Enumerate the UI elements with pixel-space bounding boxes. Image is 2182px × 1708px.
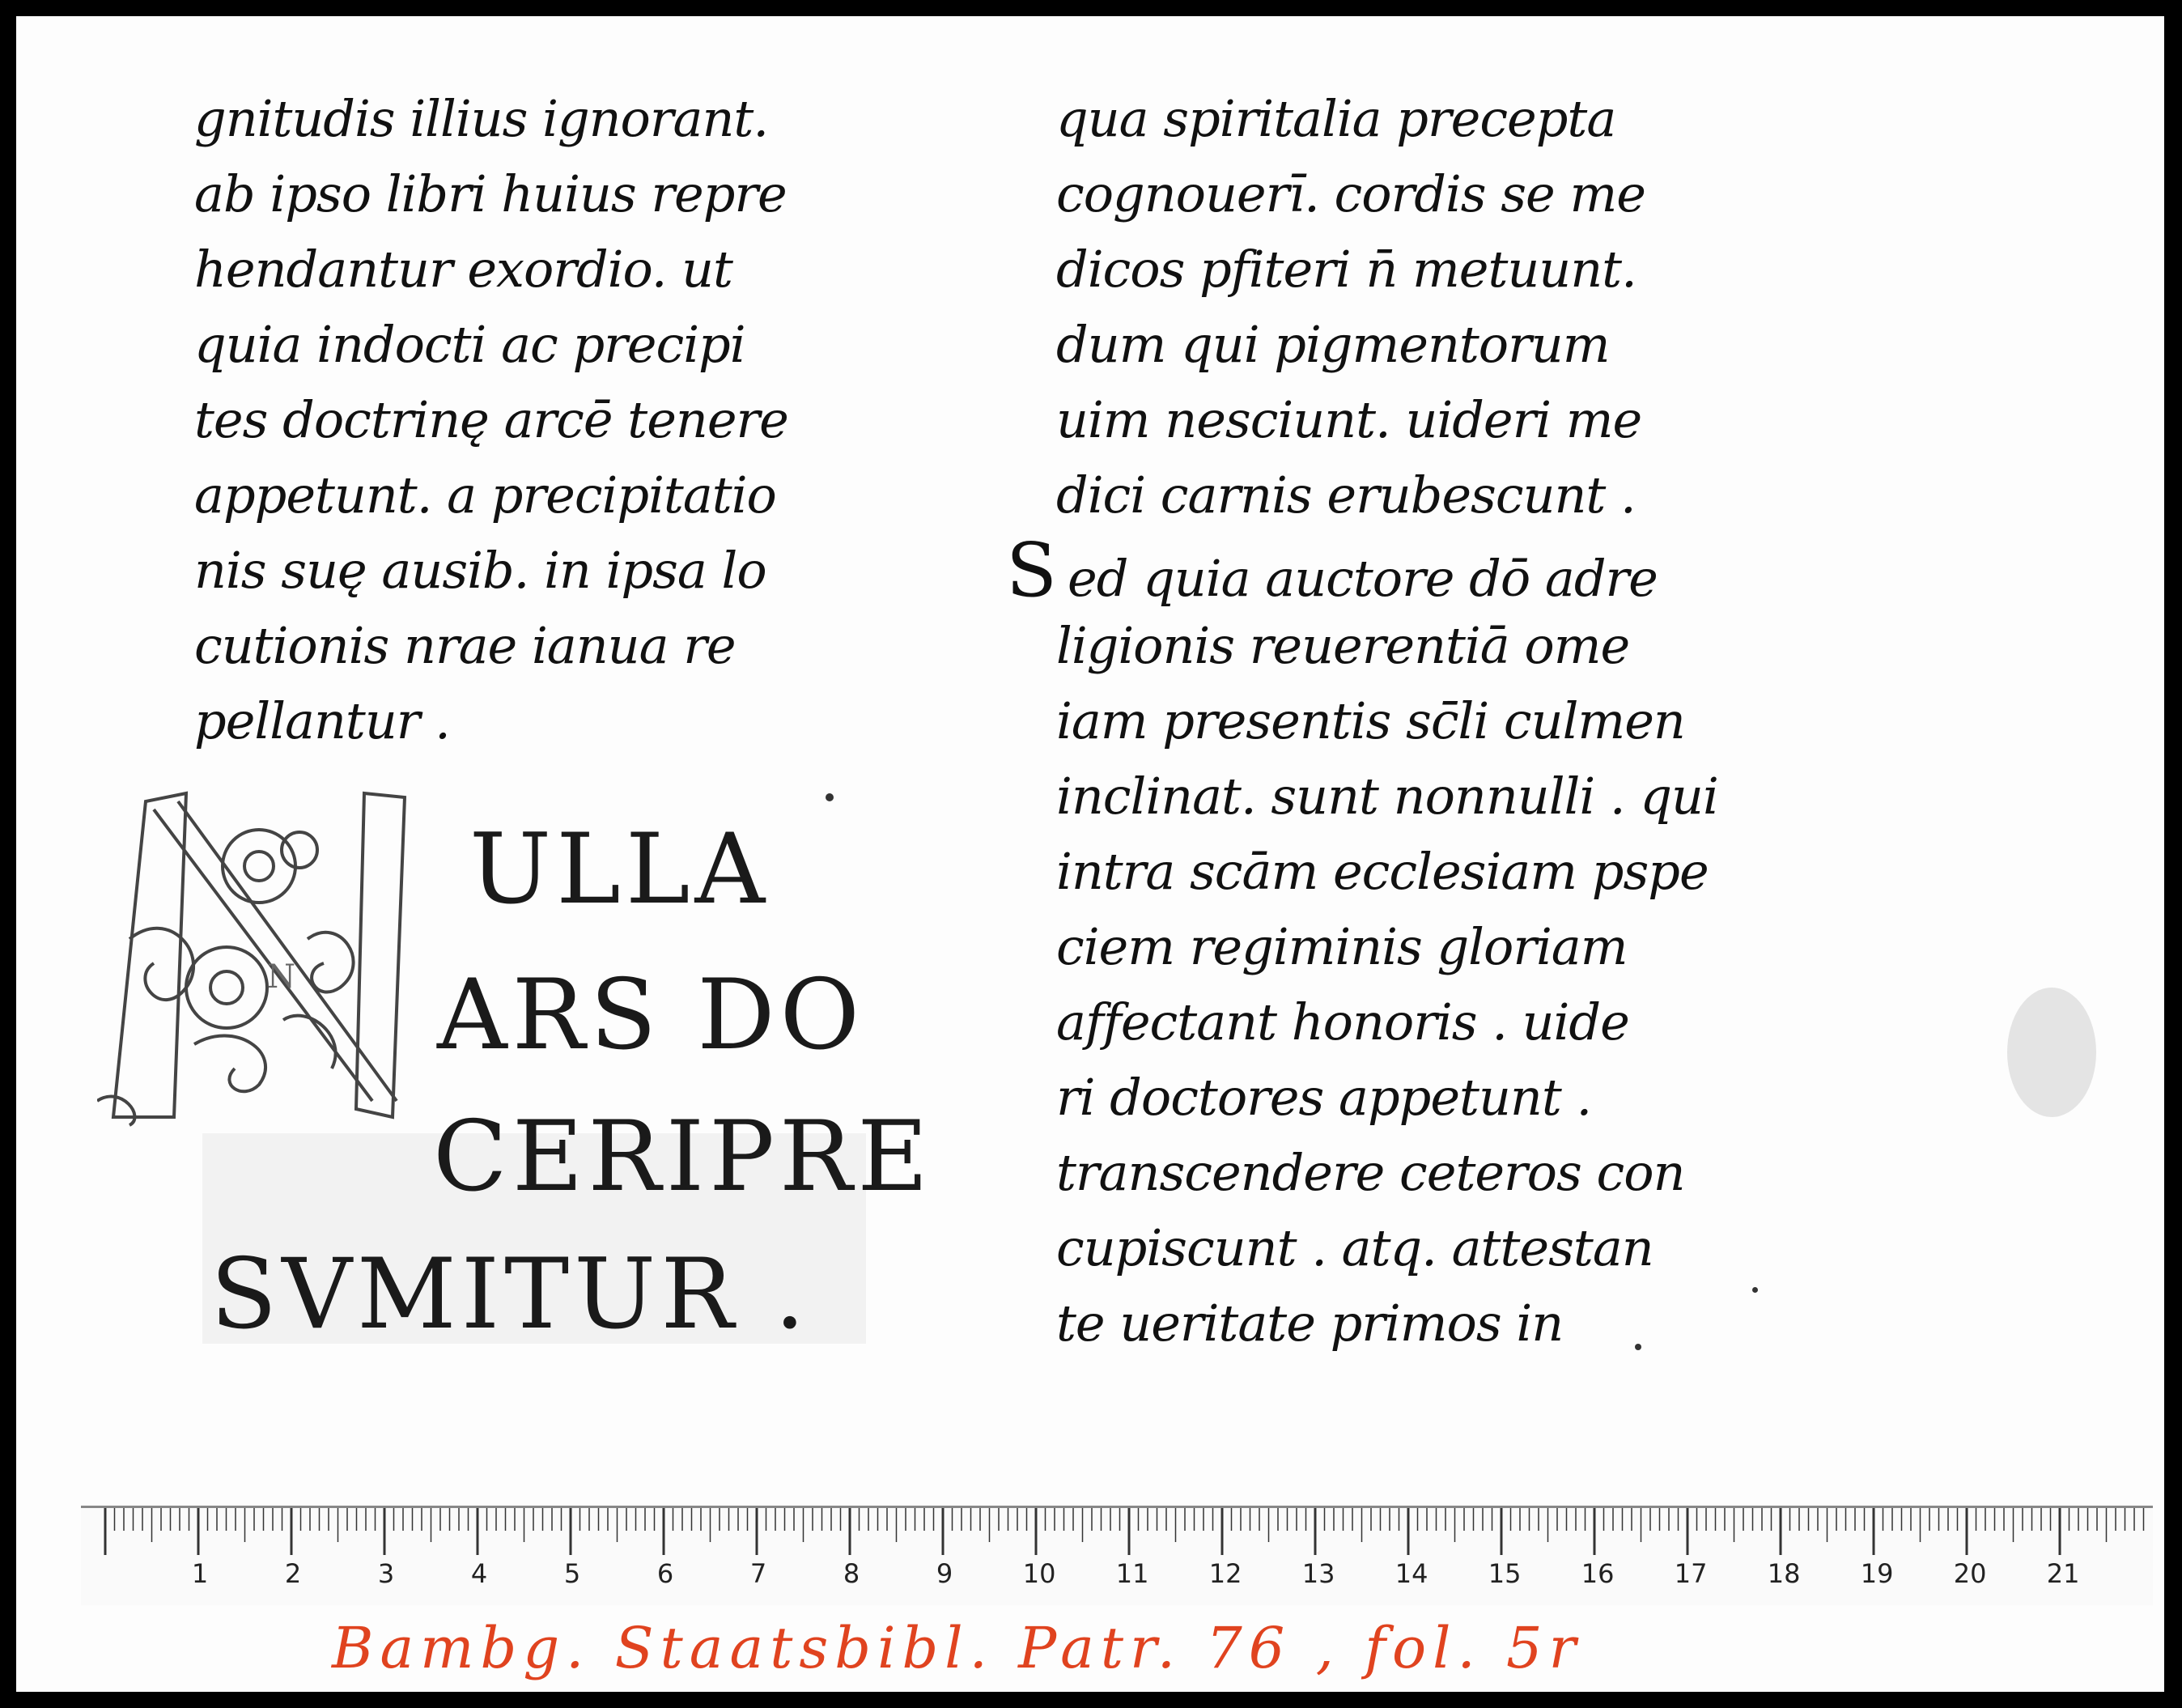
text-line: cutionis nrae ianua re	[194, 616, 737, 675]
ruler-label: 4	[470, 1558, 488, 1589]
ruler-label: 5	[563, 1558, 581, 1589]
ruler-label: 16	[1581, 1558, 1615, 1589]
text-line: ri doctores appetunt .	[1056, 1068, 1592, 1127]
text-line: uim nesciunt. uideri me	[1056, 390, 1642, 449]
ruler-label: 8	[843, 1558, 860, 1589]
text-line-with-initial: Sed quia auctore dō adre	[1006, 533, 1718, 608]
text-line: hendantur exordio. ut	[194, 240, 733, 299]
speck	[1635, 1344, 1641, 1350]
text-line: nis suę ausib. in ipsa lo	[194, 541, 767, 600]
ruler-label: 9	[936, 1558, 953, 1589]
incipit-line-3: CERIPRE	[433, 1101, 933, 1213]
text-line-fragment: ed quia auctore dō adre	[1068, 549, 1658, 608]
text-line: transcendere ceteros con	[1056, 1143, 1686, 1202]
text-line: iam presentis sc̄li culmen	[1056, 691, 1686, 750]
ruler-label: 15	[1488, 1558, 1522, 1589]
decorated-initial-n: N	[97, 791, 407, 1127]
text-line: ciem regiminis gloriam	[1056, 917, 1628, 976]
text-line: intra scām ecclesiam pspe	[1056, 842, 1709, 901]
text-line: appetunt. a precipitatio	[194, 465, 777, 525]
speck	[826, 793, 834, 801]
text-line: ligionis reuerentiā ome	[1056, 616, 1630, 675]
text-line: ab ipso libri huius repre	[194, 164, 787, 223]
ruler-label: 10	[1022, 1558, 1056, 1589]
text-line: pellantur .	[194, 691, 451, 750]
left-text-column: gnitudis illius ignorant. ab ipso libri …	[194, 81, 789, 758]
ruler-label: 17	[1674, 1558, 1708, 1589]
text-line: gnitudis illius ignorant.	[194, 89, 769, 148]
ruler-label: 14	[1395, 1558, 1428, 1589]
ruler-label: 11	[1115, 1558, 1149, 1589]
speck	[1752, 1287, 1758, 1293]
measurement-ruler: 1 2 3 4 5 6 7 8 9 10 11 12 13 14 15 16 17 18 19 20 21	[81, 1506, 2153, 1605]
text-line: cognouerī. cordis se me	[1056, 164, 1646, 223]
text-line: cupiscunt . atq. attestan	[1056, 1218, 1654, 1277]
initial-letter: N	[267, 958, 295, 996]
text-line: dici carnis erubescunt .	[1056, 465, 1636, 525]
ruler-label: 12	[1208, 1558, 1242, 1589]
photo-frame: gnitudis illius ignorant. ab ipso libri …	[0, 0, 2182, 1708]
ruler-label: 1	[191, 1558, 209, 1589]
text-line: affectant honoris . uide	[1056, 992, 1630, 1052]
text-line: qua spiritalia precepta	[1056, 89, 1616, 148]
text-line: dum qui pigmentorum	[1056, 315, 1610, 374]
incipit-line-2: ARS DO	[437, 959, 864, 1072]
text-line: tes doctrinę arcē tenere	[194, 390, 789, 449]
text-line: dicos pfiteri n̄ metuunt.	[1056, 240, 1637, 299]
show-through-area	[2007, 988, 2096, 1117]
incipit-line-4: SVMITUR .	[210, 1239, 810, 1351]
ruler-label: 2	[284, 1558, 302, 1589]
ruler-label: 18	[1767, 1558, 1801, 1589]
manuscript-page: gnitudis illius ignorant. ab ipso libri …	[16, 16, 2164, 1692]
text-line: quia indocti ac precipi	[194, 315, 746, 374]
incipit-line-1: ULLA	[469, 814, 770, 926]
shelfmark-caption: Bambg. Staatsbibl. Patr. 76 , fol. 5r	[332, 1615, 1583, 1681]
ruler-label: 21	[2046, 1558, 2080, 1589]
ruler-label: 3	[377, 1558, 395, 1589]
ruler-label: 20	[1953, 1558, 1987, 1589]
text-line: te ueritate primos in	[1056, 1294, 1564, 1353]
ruler-label: 7	[749, 1558, 767, 1589]
ruler-label: 13	[1301, 1558, 1335, 1589]
ruler-label: 6	[656, 1558, 674, 1589]
right-text-column: qua spiritalia precepta cognouerī. cordi…	[1006, 81, 1719, 1361]
sed-initial: S	[1006, 527, 1057, 614]
text-line: inclinat. sunt nonnulli . qui	[1056, 767, 1719, 826]
ruler-label: 19	[1860, 1558, 1894, 1589]
ruler-ticks	[104, 1508, 2145, 1555]
